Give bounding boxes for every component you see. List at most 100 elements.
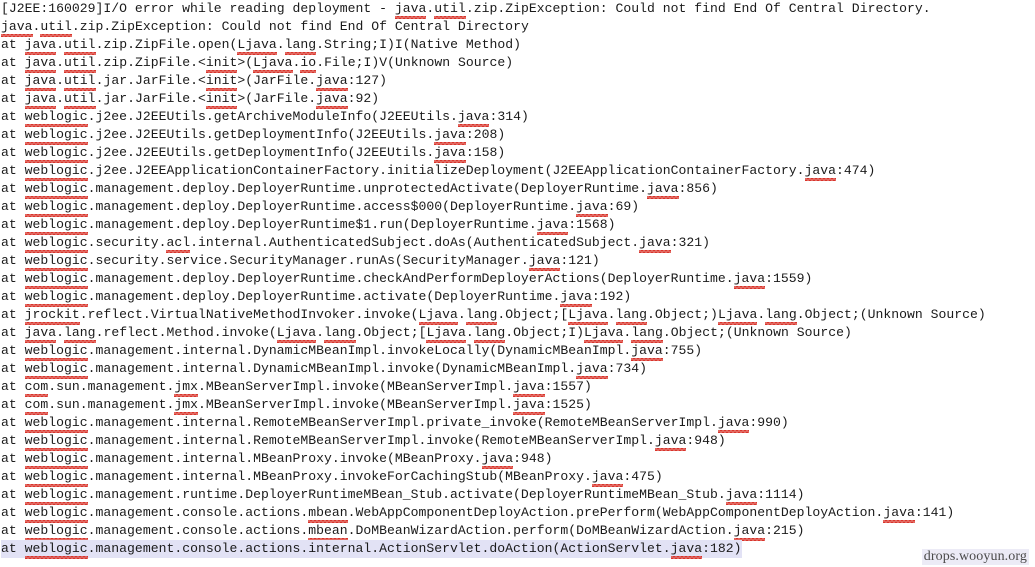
stack-trace-line-text: at weblogic.management.internal.DynamicM… bbox=[1, 360, 647, 378]
stack-trace-line: at weblogic.j2ee.J2EEApplicationContaine… bbox=[0, 162, 1035, 180]
spellcheck-misspelled-word: java bbox=[717, 415, 750, 433]
spellcheck-misspelled-word: java bbox=[576, 199, 608, 217]
stack-trace-line: at weblogic.j2ee.J2EEUtils.getDeployment… bbox=[0, 144, 1035, 162]
stack-trace-line: at weblogic.management.deploy.DeployerRu… bbox=[0, 198, 1035, 216]
stack-trace-line-text: at weblogic.security.acl.internal.Authen… bbox=[1, 234, 710, 252]
spellcheck-misspelled-word: init bbox=[205, 55, 238, 73]
spellcheck-misspelled-word: weblogic bbox=[24, 433, 88, 451]
spellcheck-misspelled-word: weblogic bbox=[24, 235, 88, 253]
spellcheck-misspelled-word: weblogic bbox=[24, 415, 88, 433]
stack-trace-line: [J2EE:160029]I/O error while reading dep… bbox=[0, 0, 1035, 18]
watermark: drops.wooyun.org bbox=[921, 549, 1029, 565]
spellcheck-misspelled-word: java bbox=[646, 181, 679, 199]
stack-trace-line-text: at java.lang.reflect.Method.invoke(Ljava… bbox=[1, 324, 852, 342]
stack-trace-line: at weblogic.security.acl.internal.Authen… bbox=[0, 234, 1035, 252]
spellcheck-misspelled-word: jrockit bbox=[24, 307, 80, 325]
spellcheck-misspelled-word: Ljava bbox=[418, 307, 458, 325]
spellcheck-misspelled-word: lang bbox=[465, 307, 498, 325]
spellcheck-misspelled-word: weblogic bbox=[24, 469, 88, 487]
stack-trace-line: at weblogic.management.deploy.DeployerRu… bbox=[0, 270, 1035, 288]
spellcheck-misspelled-word: com bbox=[24, 379, 49, 397]
spellcheck-misspelled-word: java bbox=[316, 91, 348, 109]
stack-trace-line-text: at weblogic.management.internal.RemoteMB… bbox=[1, 432, 726, 450]
spellcheck-misspelled-word: lang bbox=[284, 37, 317, 55]
spellcheck-misspelled-word: weblogic bbox=[24, 253, 88, 271]
stack-trace-line: at java.util.zip.ZipFile.<init>(Ljava.io… bbox=[0, 54, 1035, 72]
spellcheck-misspelled-word: java bbox=[560, 289, 592, 307]
spellcheck-misspelled-word: java bbox=[654, 433, 687, 451]
spellcheck-misspelled-word: mbean bbox=[308, 523, 348, 541]
spellcheck-misspelled-word: Ljava bbox=[253, 55, 293, 73]
stack-trace-line-text: at java.util.zip.ZipFile.open(Ljava.lang… bbox=[1, 36, 521, 54]
stack-trace-line-text: at weblogic.management.console.actions.m… bbox=[1, 522, 805, 540]
stack-trace-line-text: at weblogic.management.internal.DynamicM… bbox=[1, 342, 702, 360]
spellcheck-misspelled-word: weblogic bbox=[24, 451, 88, 469]
spellcheck-misspelled-word: java bbox=[24, 73, 57, 91]
stack-trace-line-text: at weblogic.management.deploy.DeployerRu… bbox=[1, 216, 615, 234]
spellcheck-misspelled-word: java bbox=[481, 451, 514, 469]
stack-trace-line: at java.lang.reflect.Method.invoke(Ljava… bbox=[0, 324, 1035, 342]
stack-trace-line-text: at weblogic.management.deploy.DeployerRu… bbox=[1, 180, 718, 198]
spellcheck-misspelled-word: java bbox=[528, 253, 561, 271]
spellcheck-misspelled-word: Ljava bbox=[717, 307, 758, 325]
spellcheck-misspelled-word: java bbox=[24, 37, 57, 55]
spellcheck-misspelled-word: java bbox=[24, 55, 57, 73]
spellcheck-misspelled-word: util bbox=[64, 91, 96, 109]
spellcheck-misspelled-word: weblogic bbox=[24, 163, 88, 181]
spellcheck-misspelled-word: java bbox=[804, 163, 837, 181]
stack-trace-line-text: at weblogic.management.deploy.DeployerRu… bbox=[1, 198, 639, 216]
stack-trace-line-text: at weblogic.management.runtime.DeployerR… bbox=[1, 486, 805, 504]
spellcheck-misspelled-word: util bbox=[64, 37, 96, 55]
stack-trace-pane[interactable]: [J2EE:160029]I/O error while reading dep… bbox=[0, 0, 1035, 567]
spellcheck-misspelled-word: weblogic bbox=[24, 145, 88, 163]
stack-trace-line-text: at weblogic.management.console.actions.i… bbox=[1, 540, 742, 558]
stack-trace-line: at weblogic.management.console.actions.m… bbox=[0, 504, 1035, 522]
spellcheck-misspelled-word: lang bbox=[64, 325, 96, 343]
stack-trace-line: at java.util.jar.JarFile.<init>(JarFile.… bbox=[0, 90, 1035, 108]
stack-trace-line-text: at weblogic.j2ee.J2EEApplicationContaine… bbox=[1, 162, 875, 180]
spellcheck-misspelled-word: java bbox=[434, 145, 466, 163]
spellcheck-misspelled-word: weblogic bbox=[24, 541, 88, 559]
spellcheck-misspelled-word: lang bbox=[473, 325, 506, 343]
spellcheck-misspelled-word: java bbox=[639, 235, 671, 253]
stack-trace-line: at jrockit.reflect.VirtualNativeMethodIn… bbox=[0, 306, 1035, 324]
stack-trace-line: at weblogic.management.internal.MBeanPro… bbox=[0, 450, 1035, 468]
spellcheck-misspelled-word: Ljava bbox=[237, 37, 277, 55]
stack-trace-line: at weblogic.management.internal.RemoteMB… bbox=[0, 432, 1035, 450]
stack-trace-line: java.util.zip.ZipException: Could not fi… bbox=[0, 18, 1035, 36]
spellcheck-misspelled-word: java bbox=[576, 361, 608, 379]
stack-trace-line: at weblogic.j2ee.J2EEUtils.getArchiveMod… bbox=[0, 108, 1035, 126]
stack-trace-line: at weblogic.management.internal.DynamicM… bbox=[0, 342, 1035, 360]
spellcheck-misspelled-word: Ljava bbox=[426, 325, 466, 343]
stack-trace-line-text: at java.util.zip.ZipFile.<init>(Ljava.io… bbox=[1, 54, 513, 72]
stack-trace-line-text: at weblogic.j2ee.J2EEUtils.getArchiveMod… bbox=[1, 108, 529, 126]
spellcheck-misspelled-word: java bbox=[513, 379, 545, 397]
spellcheck-misspelled-word: java bbox=[631, 343, 663, 361]
spellcheck-misspelled-word: java bbox=[733, 523, 766, 541]
spellcheck-misspelled-word: io bbox=[300, 55, 317, 73]
stack-trace-line-text: at com.sun.management.jmx.MBeanServerImp… bbox=[1, 378, 592, 396]
spellcheck-misspelled-word: init bbox=[205, 91, 238, 109]
spellcheck-misspelled-word: java bbox=[434, 127, 466, 145]
stack-trace-line: at com.sun.management.jmx.MBeanServerImp… bbox=[0, 396, 1035, 414]
stack-trace-line: at weblogic.management.internal.DynamicM… bbox=[0, 360, 1035, 378]
stack-trace-line-text: at weblogic.management.deploy.DeployerRu… bbox=[1, 270, 812, 288]
stack-trace-line: at weblogic.security.service.SecurityMan… bbox=[0, 252, 1035, 270]
spellcheck-misspelled-word: util bbox=[434, 1, 466, 19]
stack-trace-line-text: at com.sun.management.jmx.MBeanServerImp… bbox=[1, 396, 592, 414]
stack-trace-line: at weblogic.management.deploy.DeployerRu… bbox=[0, 180, 1035, 198]
spellcheck-misspelled-word: init bbox=[205, 73, 238, 91]
spellcheck-misspelled-word: weblogic bbox=[24, 199, 88, 217]
spellcheck-misspelled-word: weblogic bbox=[24, 487, 88, 505]
spellcheck-misspelled-word: java bbox=[457, 109, 490, 127]
spellcheck-misspelled-word: weblogic bbox=[24, 361, 88, 379]
spellcheck-misspelled-word: lang bbox=[324, 325, 356, 343]
spellcheck-misspelled-word: jmx bbox=[174, 379, 198, 397]
spellcheck-misspelled-word: java bbox=[670, 541, 703, 559]
stack-trace-line: at weblogic.j2ee.J2EEUtils.getDeployment… bbox=[0, 126, 1035, 144]
spellcheck-misspelled-word: util bbox=[64, 55, 96, 73]
stack-trace-line-text: at weblogic.management.internal.RemoteMB… bbox=[1, 414, 789, 432]
spellcheck-misspelled-word: Ljava bbox=[584, 325, 624, 343]
stack-trace-line-text: at weblogic.management.console.actions.m… bbox=[1, 504, 954, 522]
spellcheck-misspelled-word: java bbox=[24, 325, 57, 343]
